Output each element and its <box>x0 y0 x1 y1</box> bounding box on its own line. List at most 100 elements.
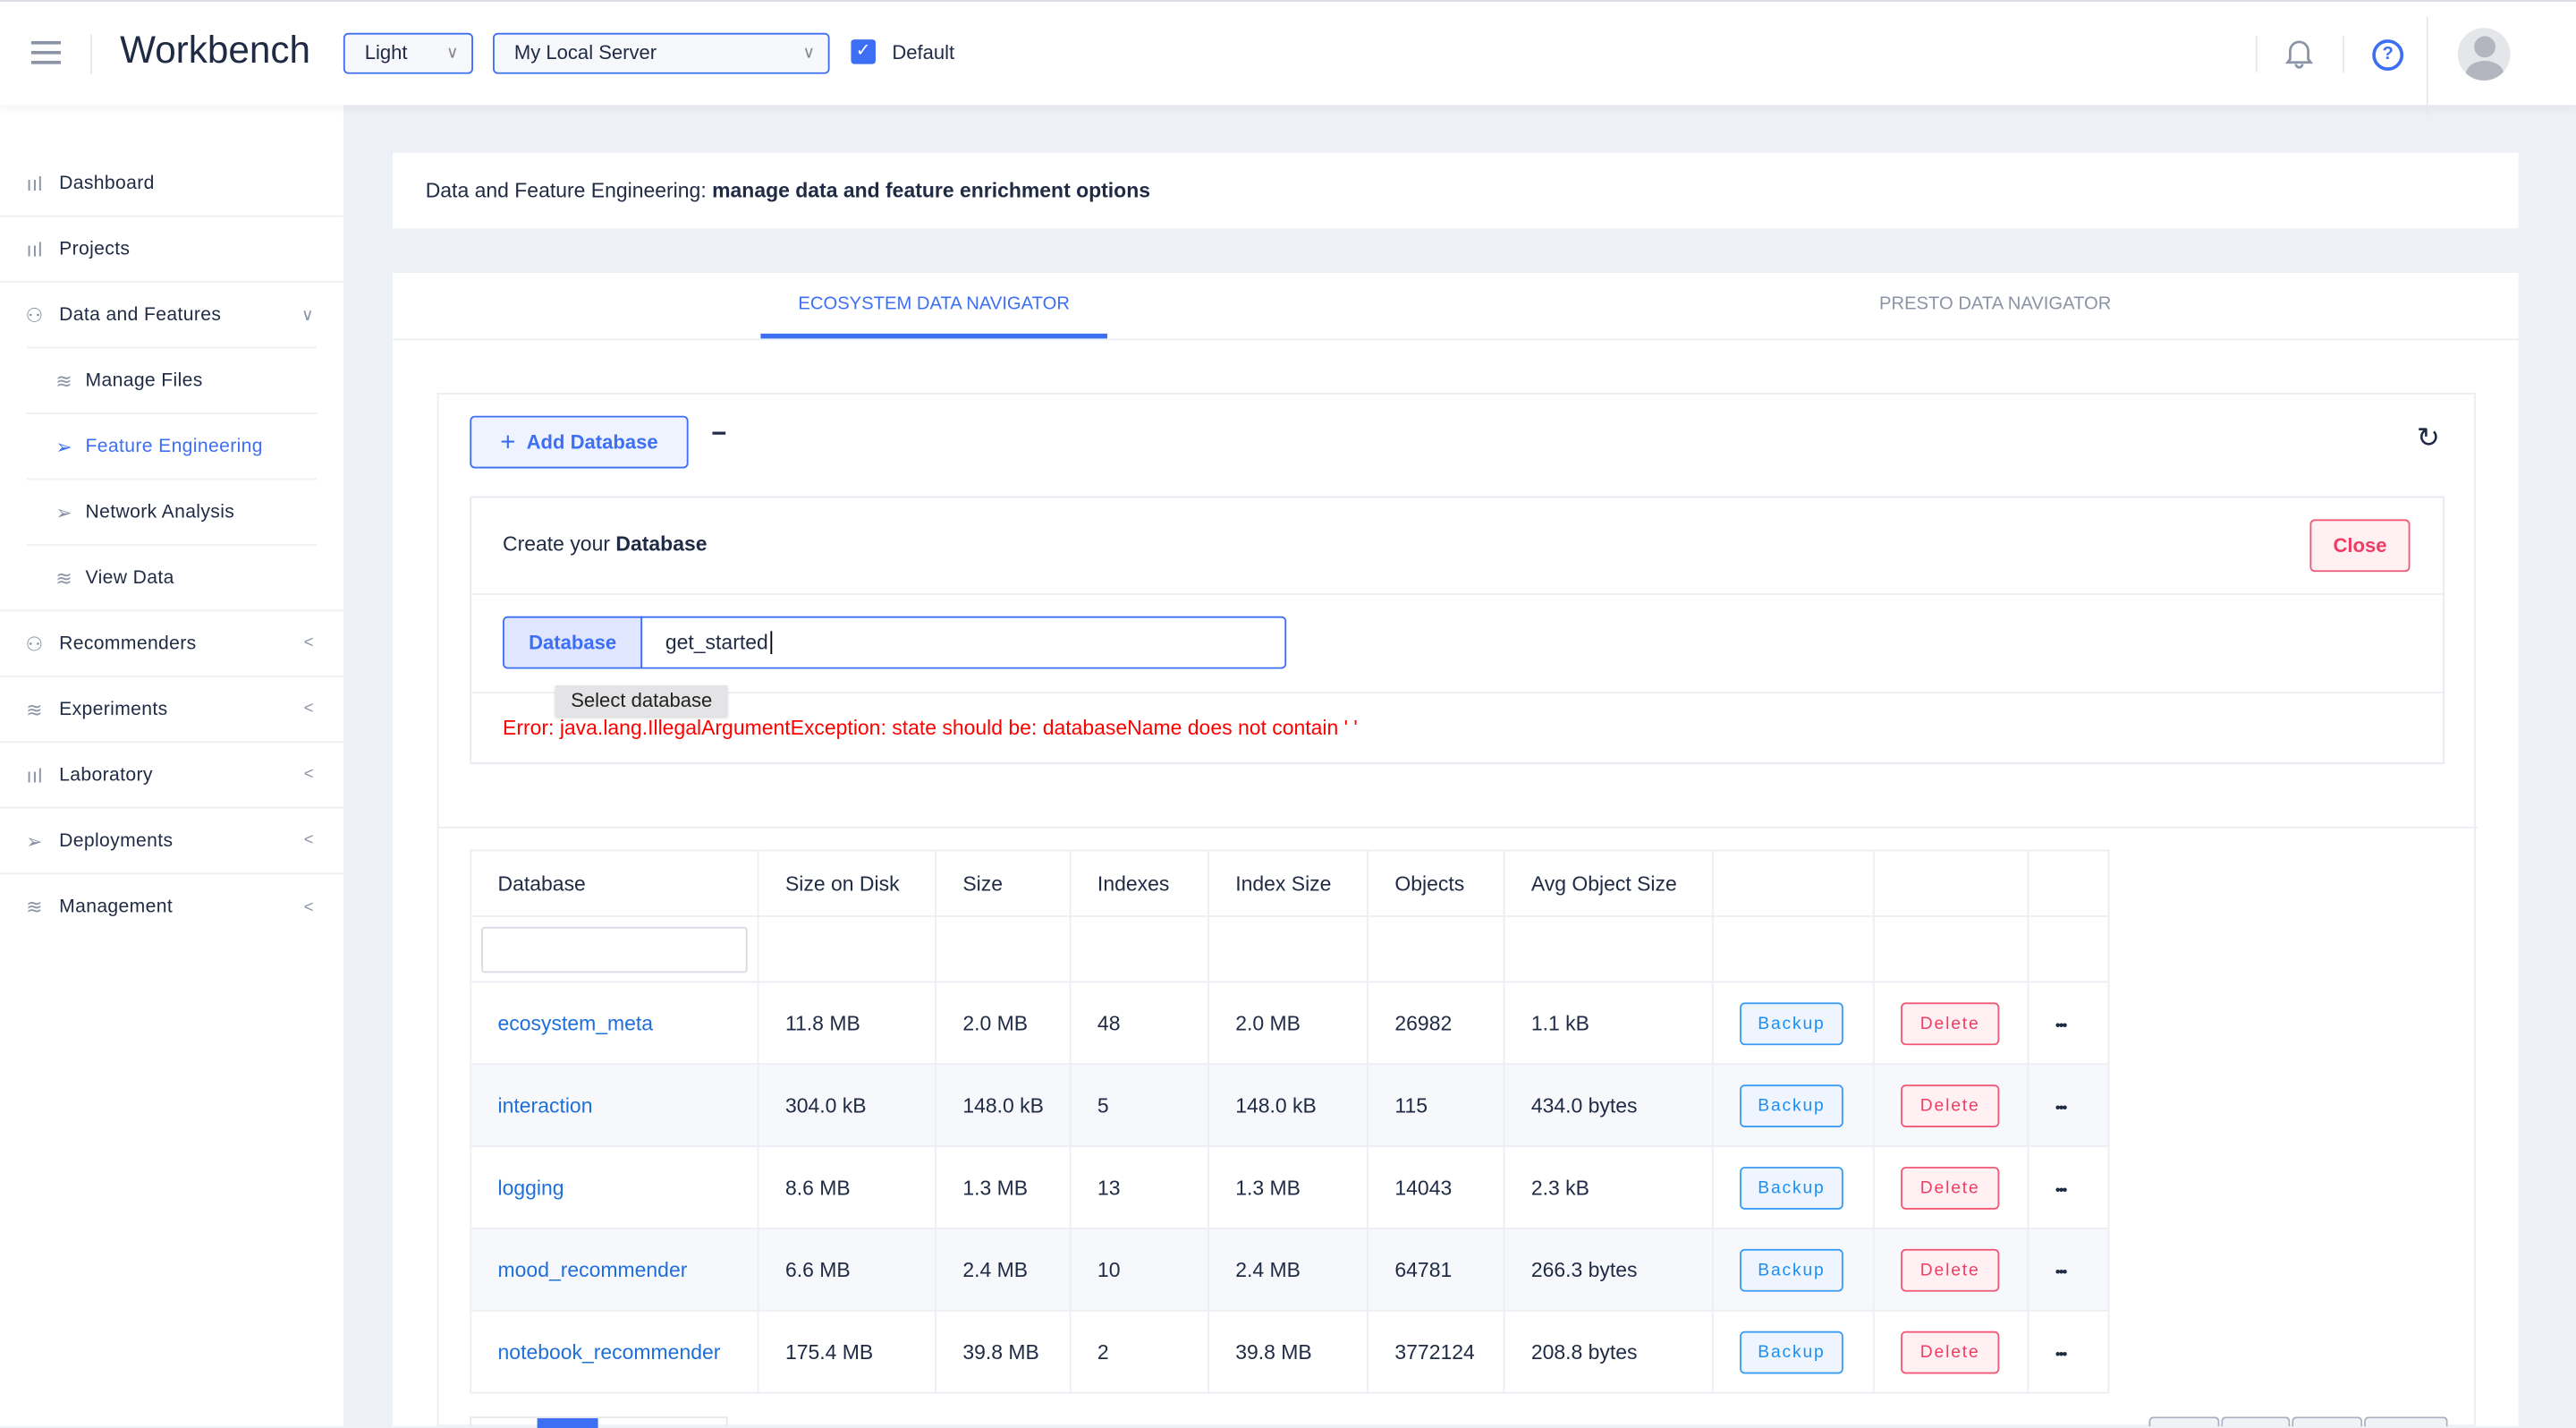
menu-icon[interactable] <box>30 40 61 64</box>
table-header-row: Database Size on Disk Size Indexes Index… <box>470 849 2110 917</box>
more-options-icon[interactable]: ••• <box>2055 1263 2068 1279</box>
layers-icon: ≋ <box>55 566 73 591</box>
more-options-icon[interactable]: ••• <box>2055 1181 2068 1197</box>
column-header[interactable]: Avg Object Size <box>1503 849 1714 917</box>
page-button-active[interactable] <box>537 1418 598 1428</box>
tab-presto-data-navigator[interactable]: PRESTO DATA NAVIGATOR <box>1822 294 2169 314</box>
table-cell: 2 <box>1069 1309 1209 1394</box>
delete-button[interactable]: Delete <box>1901 1247 2000 1291</box>
avatar[interactable] <box>2457 28 2511 81</box>
sidebar-item-dashboard[interactable]: ııl Dashboard <box>0 151 343 217</box>
backup-button[interactable]: Backup <box>1740 1001 1843 1045</box>
table-cell: 2.0 MB <box>935 981 1072 1066</box>
close-button[interactable]: Close <box>2309 519 2411 573</box>
table-cell: 39.8 MB <box>1207 1309 1368 1394</box>
layers-icon: ≋ <box>26 697 43 721</box>
help-icon[interactable]: ? <box>2372 39 2404 71</box>
sidebar-item-management[interactable]: ≋ Management < <box>0 874 343 939</box>
page-nav-button[interactable] <box>2148 1416 2219 1427</box>
tab-ecosystem-data-navigator[interactable]: ECOSYSTEM DATA NAVIGATOR <box>760 294 1107 314</box>
database-link[interactable]: interaction <box>498 1093 593 1117</box>
page-nav-button[interactable] <box>2292 1416 2363 1427</box>
column-header[interactable]: Database <box>470 849 759 917</box>
delete-button[interactable]: Delete <box>1901 1166 2000 1209</box>
backup-button[interactable]: Backup <box>1740 1084 1843 1127</box>
send-icon: ➢ <box>55 500 73 523</box>
column-header[interactable]: Objects <box>1367 849 1505 917</box>
theme-select[interactable]: Light ∨ <box>343 32 473 74</box>
table-row: interaction 304.0 kB 148.0 kB 5 148.0 kB 115 4… <box>470 1063 2110 1148</box>
column-header[interactable]: Indexes <box>1069 849 1209 917</box>
sidebar-item-network-analysis[interactable]: ➢ Network Analysis <box>26 480 318 546</box>
send-icon: ➢ <box>55 434 73 458</box>
database-link[interactable]: ecosystem_meta <box>498 1012 654 1035</box>
table-row: mood_recommender 6.6 MB 2.4 MB 10 2.4 MB 6478… <box>470 1228 2110 1312</box>
sidebar-item-label: Network Analysis <box>85 502 235 523</box>
error-message: Error: java.lang.IllegalArgumentExceptio… <box>503 716 1358 740</box>
database-filter-input[interactable] <box>481 925 748 973</box>
table-cell: 13 <box>1069 1145 1209 1229</box>
column-header[interactable]: Index Size <box>1207 849 1368 917</box>
app-title: Workbench <box>120 28 310 71</box>
database-link[interactable]: notebook_recommender <box>498 1340 721 1364</box>
sidebar-item-label: Data and Features <box>59 305 222 326</box>
sidebar-item-laboratory[interactable]: ııl Laboratory < <box>0 743 343 809</box>
database-link[interactable]: logging <box>498 1176 564 1199</box>
page-nav-button[interactable] <box>2220 1416 2292 1427</box>
more-options-icon[interactable]: ••• <box>2055 1099 2068 1115</box>
chevron-left-icon: < <box>303 765 314 785</box>
layers-icon: ≋ <box>26 896 43 919</box>
table-cell: 10 <box>1069 1228 1209 1312</box>
page-nav-button[interactable] <box>2364 1416 2448 1427</box>
delete-button[interactable]: Delete <box>1901 1084 2000 1127</box>
table-cell: 2.3 kB <box>1503 1145 1714 1229</box>
sidebar-item-experiments[interactable]: ≋ Experiments < <box>0 677 343 744</box>
add-database-button[interactable]: + Add Database <box>470 415 689 469</box>
database-input-label: Database <box>503 616 643 669</box>
databases-table: Database Size on Disk Size Indexes Index… <box>470 849 2110 1394</box>
more-options-icon[interactable]: ••• <box>2055 1016 2068 1033</box>
sidebar-item-data-and-features[interactable]: ⚇ Data and Features ∨ <box>0 283 343 348</box>
database-name-input[interactable]: get_started <box>640 616 1287 669</box>
table-row: notebook_recommender 175.4 MB 39.8 MB 2 39.8… <box>470 1309 2110 1394</box>
refresh-icon[interactable]: ↻ <box>2417 422 2440 455</box>
table-cell: 266.3 bytes <box>1503 1228 1714 1312</box>
sidebar-item-label: Management <box>59 897 174 917</box>
page-title-bold: manage data and feature enrichment optio… <box>712 179 1150 202</box>
sidebar-item-recommenders[interactable]: ⚇ Recommenders < <box>0 611 343 677</box>
default-label: Default <box>892 40 955 64</box>
more-options-icon[interactable]: ••• <box>2055 1345 2068 1361</box>
backup-button[interactable]: Backup <box>1740 1166 1843 1209</box>
chevron-down-icon: ∨ <box>301 306 314 325</box>
sidebar-item-label: Dashboard <box>59 173 155 193</box>
table-cell: 434.0 bytes <box>1503 1063 1714 1148</box>
page-title-card: Data and Feature Engineering: manage dat… <box>392 152 2519 229</box>
sidebar-item-feature-engineering[interactable]: ➢ Feature Engineering <box>26 414 318 480</box>
column-header[interactable]: Size on Disk <box>757 849 936 917</box>
sidebar-item-projects[interactable]: ııl Projects <box>0 217 343 283</box>
sidebar-item-view-data[interactable]: ≋ View Data <box>26 546 317 611</box>
server-select[interactable]: My Local Server ∨ <box>493 32 830 74</box>
sidebar-item-label: Manage Files <box>85 370 203 391</box>
table-cell: 64781 <box>1367 1228 1505 1312</box>
table-cell: 11.8 MB <box>757 981 936 1066</box>
backup-button[interactable]: Backup <box>1740 1247 1843 1291</box>
chevron-left-icon: < <box>303 897 314 916</box>
table-cell: 2.0 MB <box>1207 981 1368 1066</box>
delete-button[interactable]: Delete <box>1901 1001 2000 1045</box>
column-header[interactable]: Size <box>935 849 1072 917</box>
sidebar-item-deployments[interactable]: ➢ Deployments < <box>0 809 343 875</box>
table-cell: 26982 <box>1367 981 1505 1066</box>
bell-icon[interactable] <box>2284 38 2314 73</box>
delete-button[interactable]: Delete <box>1901 1330 2000 1373</box>
table-cell: 208.8 bytes <box>1503 1309 1714 1394</box>
table-cell: 6.6 MB <box>757 1228 936 1312</box>
bar-chart-icon: ııl <box>26 763 43 786</box>
collapse-button[interactable]: − <box>711 421 726 450</box>
default-checkbox[interactable]: ✓ <box>851 39 876 64</box>
chevron-left-icon: < <box>303 633 314 653</box>
sidebar-item-manage-files[interactable]: ≋ Manage Files <box>26 348 318 414</box>
database-link[interactable]: mood_recommender <box>498 1258 688 1281</box>
backup-button[interactable]: Backup <box>1740 1330 1843 1373</box>
sidebar-item-label: Deployments <box>59 830 174 851</box>
